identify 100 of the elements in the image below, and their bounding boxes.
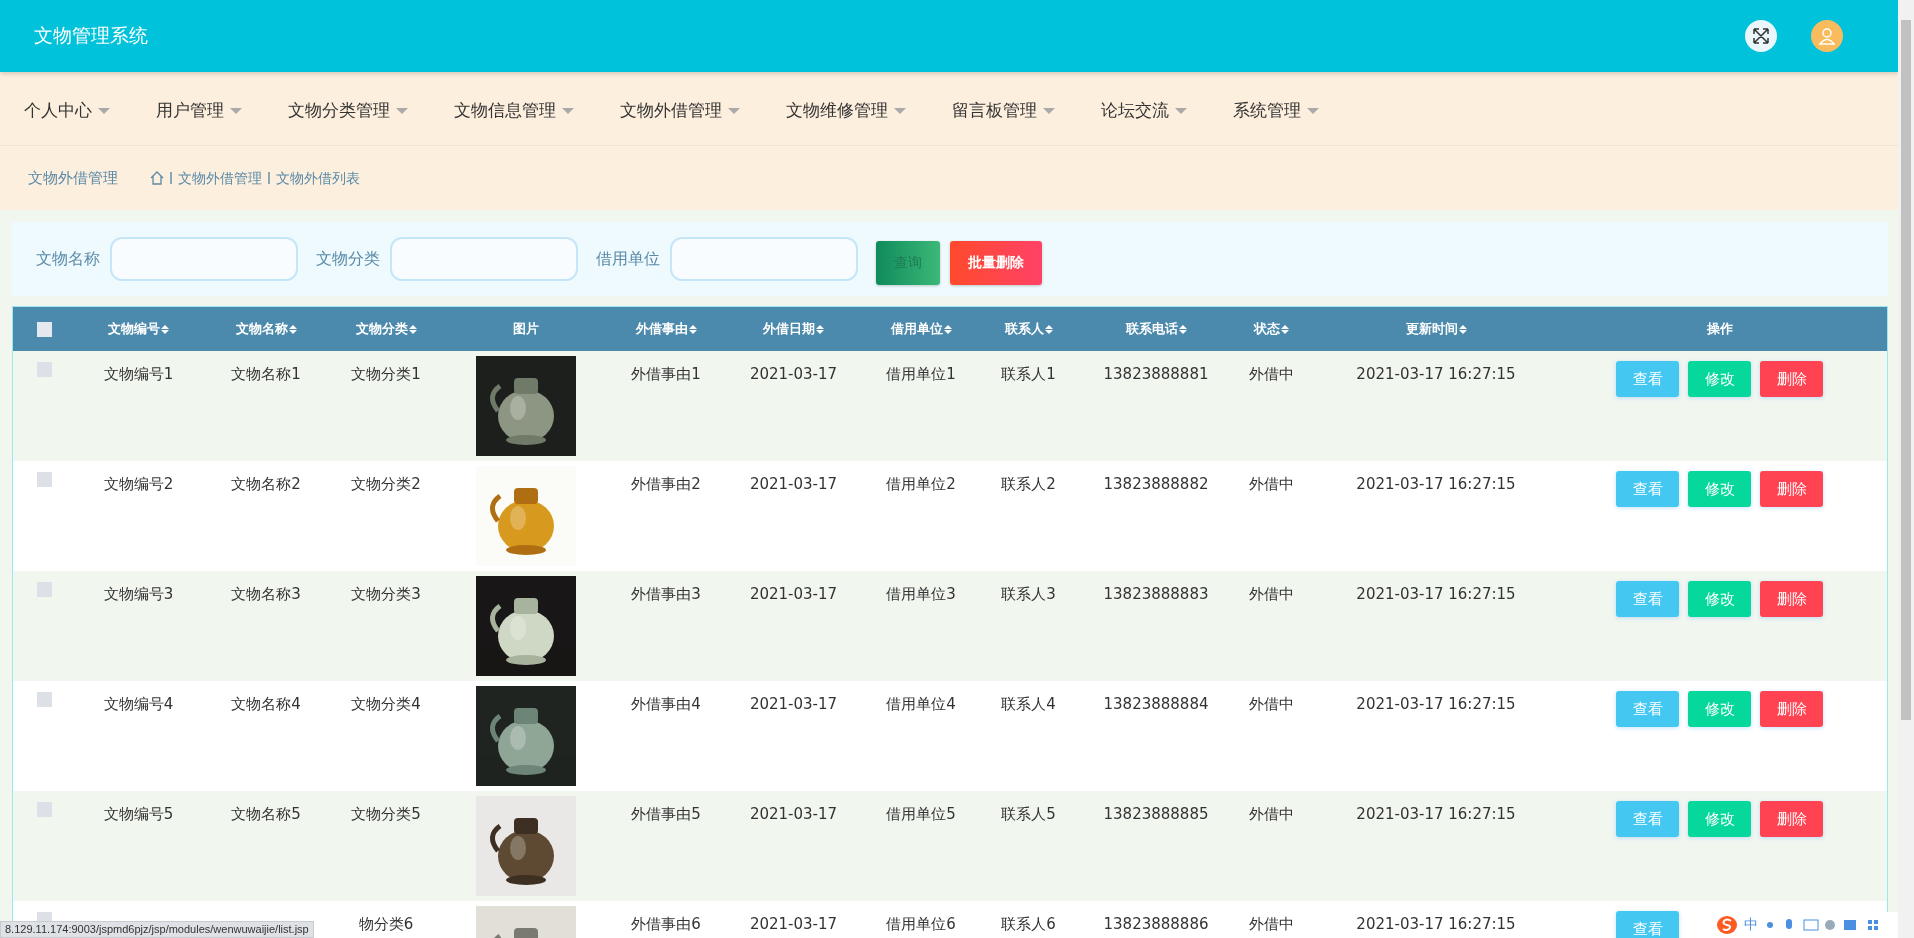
sort-icon[interactable] (816, 324, 824, 334)
table-cell: 文物编号5 (103, 805, 174, 823)
column-header[interactable]: 外借事由 (635, 320, 697, 338)
view-button[interactable]: 查看 (1616, 801, 1679, 837)
table-cell: 2021-03-17 (749, 695, 838, 713)
delete-button[interactable]: 删除 (1760, 801, 1823, 837)
edit-button[interactable]: 修改 (1688, 361, 1751, 397)
table-cell: 外借事由5 (631, 805, 701, 823)
table-cell: 文物编号1 (103, 365, 174, 383)
column-header[interactable]: 文物编号 (108, 320, 169, 338)
table-cell: 外借事由4 (631, 695, 701, 713)
edit-button[interactable]: 修改 (1688, 691, 1751, 727)
sort-icon[interactable] (688, 324, 697, 334)
table-cell: 借用单位6 (886, 915, 956, 933)
avatar-icon[interactable] (1811, 20, 1843, 52)
nav-menu-item[interactable]: 系统管理 (1233, 99, 1319, 122)
table-cell: 借用单位5 (886, 805, 956, 823)
table-cell: 借用单位3 (886, 585, 956, 603)
nav-menu-item[interactable]: 留言板管理 (952, 99, 1055, 122)
nav-menu-item[interactable]: 文物信息管理 (454, 99, 574, 122)
table-cell: 文物分类3 (351, 585, 421, 603)
view-button[interactable]: 查看 (1616, 911, 1679, 938)
edit-button[interactable]: 修改 (1688, 581, 1751, 617)
ime-logo-icon[interactable] (1716, 915, 1738, 935)
table-cell: 2021-03-17 16:27:15 (1356, 585, 1516, 603)
column-header[interactable]: 联系人 (1004, 320, 1053, 338)
sort-icon[interactable] (161, 324, 169, 334)
table-cell: 外借中 (1248, 695, 1294, 713)
nav-menu-item[interactable]: 论坛交流 (1101, 99, 1187, 122)
column-header[interactable]: 借用单位 (890, 320, 952, 338)
sort-icon[interactable] (1044, 324, 1053, 334)
table-cell: 文物名称5 (231, 805, 301, 823)
table-cell: 借用单位2 (886, 475, 956, 493)
sort-icon[interactable] (943, 324, 952, 334)
table-cell: 借用单位1 (886, 365, 956, 383)
column-header[interactable]: 文物名称 (235, 320, 297, 338)
table-cell: 联系人3 (1001, 585, 1056, 603)
nav-menu-item[interactable]: 文物维修管理 (786, 99, 906, 122)
column-header[interactable]: 外借日期 (763, 320, 824, 338)
column-header[interactable]: 文物分类 (355, 320, 417, 338)
table-cell: 2021-03-17 (749, 805, 838, 823)
row-checkbox[interactable] (37, 472, 52, 487)
search-field[interactable] (670, 237, 858, 281)
edit-button[interactable]: 修改 (1688, 801, 1751, 837)
batch-delete-button[interactable]: 批量删除 (950, 241, 1042, 285)
nav-menu-item[interactable]: 个人中心 (24, 99, 110, 122)
delete-button[interactable]: 删除 (1760, 361, 1823, 397)
table-cell: 物分类6 (358, 915, 414, 933)
nav-menu-item[interactable]: 用户管理 (156, 99, 242, 122)
view-button[interactable]: 查看 (1616, 581, 1679, 617)
table-cell: 文物编号2 (103, 475, 174, 493)
table-cell: 外借事由3 (631, 585, 701, 603)
table-cell: 文物分类4 (351, 695, 421, 713)
column-header[interactable]: 联系电话 (1125, 320, 1187, 338)
table-cell: 13823888881 (1103, 365, 1209, 383)
table-cell: 外借中 (1248, 475, 1294, 493)
table-cell: 文物名称1 (231, 365, 301, 383)
scrollbar[interactable] (1898, 0, 1914, 938)
table-cell: 外借中 (1248, 805, 1294, 823)
ime-mode[interactable]: 中 (1744, 916, 1758, 934)
table-cell: 借用单位4 (886, 695, 956, 713)
nav-menu-item[interactable]: 文物分类管理 (288, 99, 408, 122)
breadcrumb-link[interactable]: 文物外借列表 (268, 172, 366, 184)
nav-menu-item[interactable]: 文物外借管理 (620, 99, 740, 122)
sort-icon[interactable] (288, 324, 297, 334)
field-label: 文物名称 (36, 248, 100, 270)
table-cell: 外借事由1 (631, 365, 701, 383)
sort-icon[interactable] (1178, 324, 1187, 334)
column-header[interactable]: 操作 (1707, 320, 1733, 338)
home-icon[interactable] (150, 171, 164, 185)
table-cell: 2021-03-17 (749, 915, 838, 933)
column-header[interactable]: 图片 (513, 320, 539, 338)
sort-icon[interactable] (408, 324, 417, 334)
table-cell: 文物分类5 (351, 805, 421, 823)
column-header[interactable]: 更新时间 (1405, 320, 1467, 338)
search-field[interactable] (110, 237, 298, 281)
delete-button[interactable]: 删除 (1760, 581, 1823, 617)
table-cell: 2021-03-17 16:27:15 (1356, 475, 1516, 493)
table-cell: 外借事由2 (631, 475, 701, 493)
sort-icon[interactable] (1280, 324, 1289, 334)
table-cell: 2021-03-17 (749, 475, 838, 493)
app-title: 文物管理系统 (34, 23, 149, 48)
table-cell: 外借事由6 (631, 915, 701, 933)
column-header[interactable]: 状态 (1253, 320, 1289, 338)
table-cell: 2021-03-17 16:27:15 (1356, 805, 1516, 823)
delete-button[interactable]: 删除 (1760, 471, 1823, 507)
page-title: 文物外借管理 (28, 168, 118, 188)
fullscreen-icon[interactable] (1745, 20, 1777, 52)
sort-icon[interactable] (1458, 324, 1467, 334)
view-button[interactable]: 查看 (1616, 471, 1679, 507)
table-cell: 2021-03-17 (749, 585, 838, 603)
row-checkbox[interactable] (37, 692, 52, 707)
table-cell: 文物名称2 (231, 475, 301, 493)
breadcrumb-link[interactable]: 文物外借管理 (170, 172, 268, 184)
select-all-checkbox[interactable] (37, 321, 52, 337)
view-button[interactable]: 查看 (1616, 691, 1679, 727)
delete-button[interactable]: 删除 (1760, 691, 1823, 727)
search-field[interactable] (390, 237, 578, 281)
view-button[interactable]: 查看 (1616, 361, 1679, 397)
edit-button[interactable]: 修改 (1688, 471, 1751, 507)
